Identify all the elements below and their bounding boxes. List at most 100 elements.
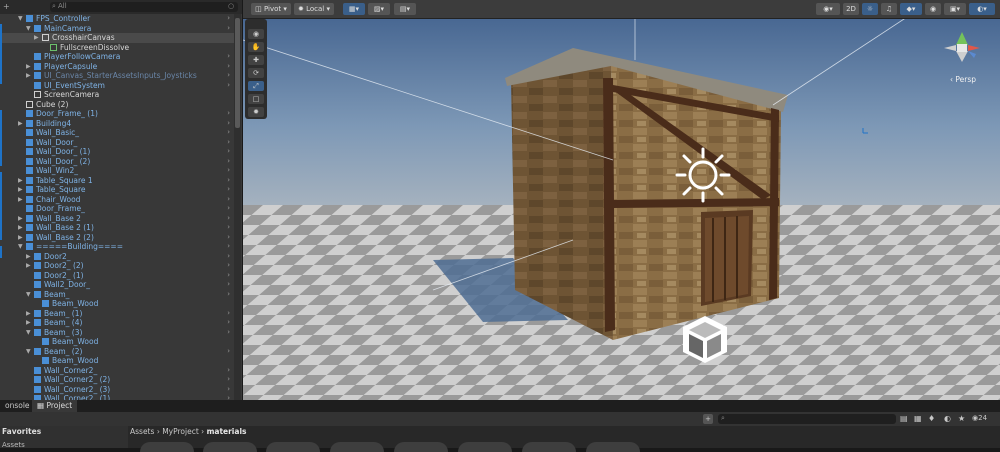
expand-right-icon[interactable]: ▶ <box>18 223 23 233</box>
asset-thumbnail[interactable] <box>522 442 576 452</box>
chevron-right-icon[interactable]: › <box>227 223 230 233</box>
hierarchy-row[interactable]: ▶ Wall_Base 2 (1) › <box>0 223 234 233</box>
chevron-right-icon[interactable]: › <box>227 375 230 385</box>
hierarchy-row[interactable]: Wall_Basic_ › <box>0 128 234 138</box>
hierarchy-row[interactable]: ▼ Beam_ (3) › <box>0 328 234 338</box>
lighting-toggle-icon[interactable]: ☼ <box>862 3 878 15</box>
transform-tool-icon[interactable]: ✹ <box>248 107 264 117</box>
create-menu-icon[interactable]: + <box>3 2 13 12</box>
asset-thumbnail[interactable] <box>330 442 384 452</box>
audio-toggle-icon[interactable]: ♫ <box>881 3 897 15</box>
asset-thumbnail[interactable] <box>140 442 194 452</box>
scene-visibility-icon[interactable]: ◉ <box>925 3 941 15</box>
asset-thumbnail[interactable] <box>266 442 320 452</box>
expand-down-icon[interactable]: ▼ <box>26 290 31 300</box>
expand-right-icon[interactable]: ▶ <box>18 195 23 205</box>
tab-console[interactable]: onsole <box>0 400 35 412</box>
gizmos-toggle-icon[interactable]: ◐▾ <box>969 3 995 15</box>
expand-down-icon[interactable]: ▼ <box>26 328 31 338</box>
scale-tool-icon[interactable]: ⤢ <box>248 81 264 91</box>
chevron-right-icon[interactable]: › <box>227 233 230 243</box>
hierarchy-row[interactable]: Wall_Corner2_ (2) › <box>0 375 234 385</box>
chevron-right-icon[interactable]: › <box>227 290 230 300</box>
favorite-star-icon[interactable]: ★ <box>958 414 965 423</box>
hierarchy-row[interactable]: ▶ Wall_Base 2 (2) › <box>0 233 234 243</box>
chevron-right-icon[interactable]: › <box>227 347 230 357</box>
hierarchy-row[interactable]: ▶ CrosshairCanvas <box>0 33 234 43</box>
expand-right-icon[interactable]: ▶ <box>26 318 31 328</box>
scrollbar-thumb[interactable] <box>235 18 240 128</box>
add-asset-button[interactable]: + <box>703 414 713 424</box>
chevron-right-icon[interactable]: › <box>227 366 230 376</box>
asset-thumbnail[interactable] <box>394 442 448 452</box>
hierarchy-row[interactable]: FullscreenDissolve <box>0 43 234 53</box>
expand-down-icon[interactable]: ▼ <box>18 242 23 252</box>
hierarchy-row[interactable]: Wall_Win2_ › <box>0 166 234 176</box>
expand-right-icon[interactable]: ▶ <box>34 33 39 43</box>
breadcrumb-materials[interactable]: materials <box>207 427 247 436</box>
chevron-right-icon[interactable]: › <box>227 185 230 195</box>
breadcrumb-assets[interactable]: Assets <box>130 427 154 436</box>
hierarchy-row[interactable]: Wall2_Door_ › <box>0 280 234 290</box>
chevron-right-icon[interactable]: › <box>227 176 230 186</box>
pivot-dropdown[interactable]: ◫ Pivot ▾ <box>251 3 291 15</box>
draw-mode-button[interactable]: ◉▾ <box>816 3 840 15</box>
hierarchy-row[interactable]: ▶ Wall_Base 2 › <box>0 214 234 224</box>
hierarchy-row[interactable]: ▶ PlayerCapsule › <box>0 62 234 72</box>
expand-down-icon[interactable]: ▼ <box>26 347 31 357</box>
search-by-type-icon[interactable]: ▤ <box>900 414 908 423</box>
expand-right-icon[interactable]: ▶ <box>18 214 23 224</box>
chevron-right-icon[interactable]: › <box>227 195 230 205</box>
hierarchy-row[interactable]: PlayerFollowCamera › <box>0 52 234 62</box>
view-tool-icon[interactable]: ◉ <box>248 29 264 39</box>
expand-right-icon[interactable]: ▶ <box>18 176 23 186</box>
hierarchy-row[interactable]: Wall_Door_ (1) › <box>0 147 234 157</box>
hierarchy-row[interactable]: ▶ Chair_Wood › <box>0 195 234 205</box>
hierarchy-row[interactable]: ▶ Beam_ (4) › <box>0 318 234 328</box>
rotate-tool-icon[interactable]: ⟳ <box>248 68 264 78</box>
chevron-right-icon[interactable]: › <box>227 252 230 262</box>
hierarchy-row[interactable]: ▼ FPS_Controller › <box>0 14 234 24</box>
chevron-right-icon[interactable]: › <box>227 157 230 167</box>
chevron-right-icon[interactable]: › <box>227 280 230 290</box>
chevron-right-icon[interactable]: › <box>227 128 230 138</box>
rect-tool-icon[interactable]: □ <box>248 94 264 104</box>
hand-tool-icon[interactable]: ✋ <box>248 42 264 52</box>
grid-visibility-button[interactable]: ▤▾ <box>394 3 416 15</box>
chevron-right-icon[interactable]: › <box>227 204 230 214</box>
hierarchy-row[interactable]: Beam_Wood <box>0 356 234 366</box>
scene-render[interactable] <box>243 0 1000 400</box>
expand-down-icon[interactable]: ▼ <box>26 24 31 34</box>
hierarchy-row[interactable]: ▼ MainCamera › <box>0 24 234 34</box>
chevron-right-icon[interactable]: › <box>227 14 230 24</box>
hierarchy-row[interactable]: ▼ =====Building==== › <box>0 242 234 252</box>
chevron-right-icon[interactable]: › <box>227 214 230 224</box>
expand-right-icon[interactable]: ▶ <box>26 252 31 262</box>
hierarchy-row[interactable]: ▶ Door2_ (2) › <box>0 261 234 271</box>
expand-right-icon[interactable]: ▶ <box>26 309 31 319</box>
2d-toggle-button[interactable]: 2D <box>843 3 859 15</box>
hierarchy-row[interactable]: Wall_Door_ (2) › <box>0 157 234 167</box>
hierarchy-row[interactable]: ▶ UI_Canvas_StarterAssetsInputs_Joysticks… <box>0 71 234 81</box>
project-search-input[interactable]: ⌕ <box>718 414 896 424</box>
hidden-packages-toggle[interactable]: ◉24 <box>972 414 987 422</box>
projection-label[interactable]: ‹ Persp <box>950 75 976 84</box>
hierarchy-row[interactable]: Cube (2) <box>0 100 234 110</box>
expand-down-icon[interactable]: ▼ <box>18 14 23 24</box>
chevron-right-icon[interactable]: › <box>227 261 230 271</box>
chevron-right-icon[interactable]: › <box>227 328 230 338</box>
tab-project[interactable]: ▦ Project <box>32 400 78 412</box>
chevron-right-icon[interactable]: › <box>227 24 230 34</box>
scene-view[interactable]: ‹ Persp <box>243 0 1000 400</box>
asset-thumbnail[interactable] <box>458 442 512 452</box>
chevron-right-icon[interactable]: › <box>227 138 230 148</box>
camera-settings-icon[interactable]: ▣▾ <box>944 3 966 15</box>
expand-right-icon[interactable]: ▶ <box>26 62 31 72</box>
hierarchy-row[interactable]: Door_Frame_ (1) › <box>0 109 234 119</box>
expand-right-icon[interactable]: ▶ <box>26 261 31 271</box>
hierarchy-row[interactable]: Beam_Wood <box>0 299 234 309</box>
hierarchy-scrollbar[interactable] <box>234 14 241 400</box>
chevron-right-icon[interactable]: › <box>227 62 230 72</box>
increment-snap-button[interactable]: ▨▾ <box>368 3 390 15</box>
hierarchy-row[interactable]: ScreenCamera <box>0 90 234 100</box>
